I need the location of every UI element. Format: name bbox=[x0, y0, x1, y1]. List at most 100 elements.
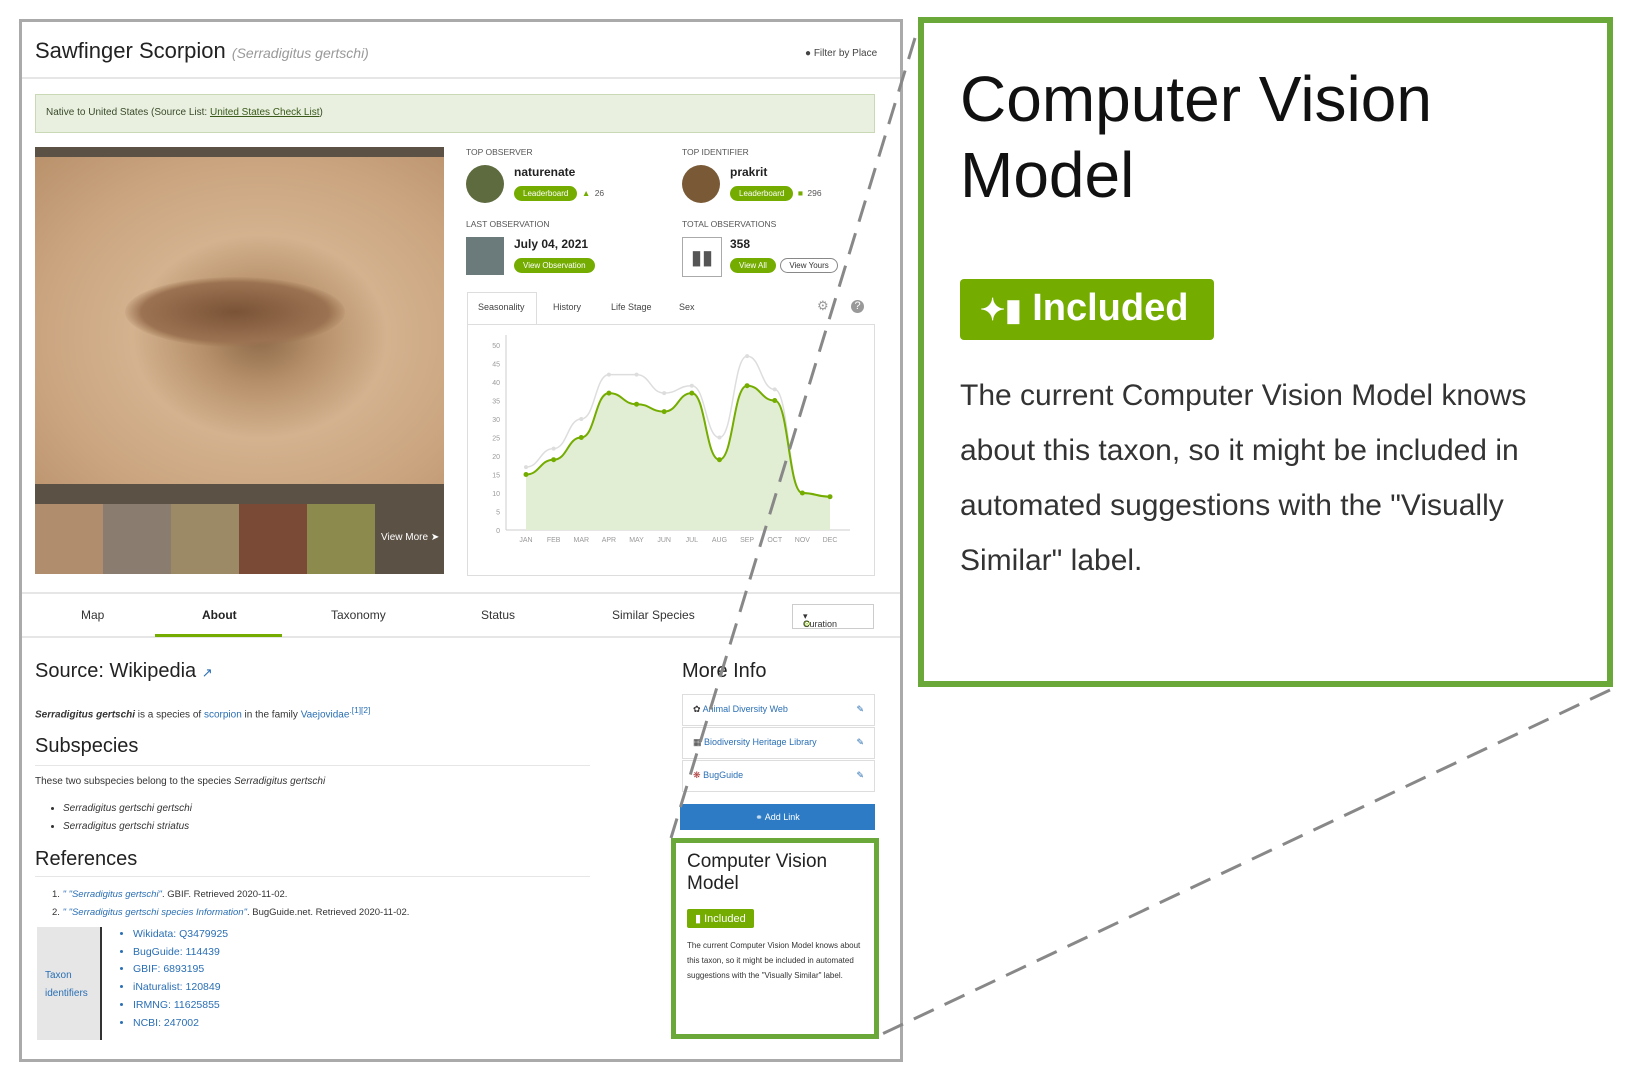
thumbnail[interactable] bbox=[103, 504, 171, 574]
total-observations: TOTAL OBSERVATIONS ▮▮ 358 View All View … bbox=[682, 219, 838, 277]
identifier-link[interactable]: GBIF: 6893195 bbox=[133, 961, 228, 979]
divider bbox=[35, 765, 590, 766]
reference-link[interactable]: " "Serradigitus gertschi species Informa… bbox=[63, 907, 247, 918]
view-observation-button[interactable]: View Observation bbox=[514, 258, 595, 273]
link-label[interactable]: BugGuide bbox=[703, 770, 743, 780]
data-point bbox=[551, 457, 557, 463]
avatar[interactable] bbox=[466, 165, 504, 203]
top-observer: TOP OBSERVER naturenate Leaderboard ▲ 26 bbox=[466, 147, 604, 203]
identifier-link[interactable]: NCBI: 247002 bbox=[133, 1015, 228, 1033]
scorpion-link[interactable]: scorpion bbox=[204, 709, 242, 720]
subspecies-intro-text: These two subspecies belong to the speci… bbox=[35, 776, 235, 787]
edit-icon[interactable]: ✎ bbox=[856, 704, 864, 715]
thumbnail[interactable] bbox=[239, 504, 307, 574]
last-observation-date: July 04, 2021 bbox=[514, 237, 589, 251]
x-tick-label: SEP bbox=[740, 537, 754, 544]
link-label[interactable]: Biodiversity Heritage Library bbox=[704, 737, 817, 747]
filter-label: Filter by Place bbox=[813, 48, 878, 59]
checklist-link[interactable]: United States Check List bbox=[210, 107, 320, 118]
x-tick-label: AUG bbox=[712, 537, 727, 544]
thumbnail[interactable] bbox=[35, 504, 103, 574]
observation-count: 26 bbox=[594, 188, 605, 198]
cv-title: Computer Vision Model bbox=[687, 851, 828, 894]
external-link-icon[interactable]: ↗ bbox=[202, 665, 213, 680]
help-icon[interactable]: ? bbox=[851, 300, 864, 313]
data-point bbox=[745, 354, 750, 359]
data-point bbox=[744, 383, 750, 389]
total-count: 358 bbox=[730, 237, 751, 251]
observer-name[interactable]: naturenate bbox=[514, 165, 575, 179]
data-point bbox=[634, 372, 639, 377]
cv-title-large: Computer Vision Model bbox=[960, 63, 1432, 211]
reference-source: . GBIF. Retrieved 2020-11-02. bbox=[161, 889, 288, 900]
tab-history[interactable]: History bbox=[553, 302, 581, 312]
tab-taxonomy[interactable]: Taxonomy bbox=[331, 608, 386, 622]
data-point bbox=[634, 401, 640, 407]
computer-vision-panel: Computer Vision Model ▮ Included The cur… bbox=[671, 838, 879, 1039]
tab-sex[interactable]: Sex bbox=[679, 302, 695, 312]
curation-dropdown[interactable]: ⚙ Curation ▾ bbox=[792, 604, 874, 629]
map-pin-icon: ● bbox=[805, 48, 814, 59]
add-link-label: Add Link bbox=[764, 812, 800, 822]
identifier-name[interactable]: prakrit bbox=[730, 165, 767, 179]
thumbnail[interactable] bbox=[307, 504, 375, 574]
data-point bbox=[827, 494, 833, 500]
curation-label: Curation bbox=[803, 619, 838, 629]
references-heading: References bbox=[35, 848, 138, 870]
page-title: Sawfinger Scorpion (Serradigitus gertsch… bbox=[35, 38, 369, 64]
subspecies-heading: Subspecies bbox=[35, 735, 139, 757]
active-tab-indicator bbox=[155, 634, 282, 637]
leaderboard-button[interactable]: Leaderboard bbox=[730, 186, 794, 201]
reference-source: . BugGuide.net. Retrieved 2020-11-02. bbox=[246, 907, 410, 918]
avatar[interactable] bbox=[682, 165, 720, 203]
reference-link[interactable]: " "Serradigitus gertschi" bbox=[63, 889, 162, 900]
intro-text: is a species of bbox=[135, 709, 204, 721]
scientific-name: (Serradigitus gertschi) bbox=[231, 45, 369, 61]
identifier-link[interactable]: BugGuide: 114439 bbox=[133, 944, 228, 962]
tab-map[interactable]: Map bbox=[81, 608, 104, 622]
view-more-button[interactable]: View More ➤ bbox=[375, 504, 443, 574]
species-name: Serradigitus gertschi bbox=[234, 776, 326, 787]
total-observations-label: TOTAL OBSERVATIONS bbox=[682, 219, 777, 229]
identifier-link[interactable]: Wikidata: Q3479925 bbox=[133, 926, 228, 944]
view-all-button[interactable]: View All bbox=[730, 258, 776, 273]
tab-seasonality[interactable]: Seasonality bbox=[478, 302, 525, 312]
tab-life-stage[interactable]: Life Stage bbox=[611, 302, 652, 312]
view-more-label: View More bbox=[381, 532, 429, 543]
cv-icon: ▮ bbox=[695, 913, 702, 925]
observation-thumbnail[interactable] bbox=[466, 237, 504, 275]
bug-icon: ❋ bbox=[693, 770, 701, 780]
edit-icon[interactable]: ✎ bbox=[856, 770, 864, 781]
data-point bbox=[606, 390, 612, 396]
citation-links[interactable]: .[1][2] bbox=[349, 705, 370, 715]
data-point bbox=[523, 472, 529, 477]
intro-paragraph: Serradigitus gertschi is a species of sc… bbox=[35, 705, 370, 720]
view-yours-button[interactable]: View Yours bbox=[780, 258, 838, 273]
intro-text: in the family bbox=[241, 709, 301, 721]
more-info-heading: More Info bbox=[682, 660, 767, 682]
y-tick-label: 15 bbox=[492, 473, 500, 480]
more-info-link[interactable]: ✿ Animal Diversity Web ✎ bbox=[682, 694, 875, 726]
more-info-link[interactable]: ❋ BugGuide ✎ bbox=[682, 760, 875, 792]
add-link-button[interactable]: ⚭ Add Link bbox=[680, 804, 875, 830]
thumbnail[interactable] bbox=[171, 504, 239, 574]
common-name: Sawfinger Scorpion bbox=[35, 38, 226, 63]
tab-about[interactable]: About bbox=[202, 608, 237, 622]
leaderboard-button[interactable]: Leaderboard bbox=[514, 186, 578, 201]
tab-status[interactable]: Status bbox=[481, 608, 515, 622]
more-info-link[interactable]: ▦ Biodiversity Heritage Library ✎ bbox=[682, 727, 875, 759]
reference-item: 1. " "Serradigitus gertschi". GBIF. Retr… bbox=[52, 886, 409, 904]
gear-icon[interactable]: ⚙ bbox=[817, 298, 829, 314]
identifier-link[interactable]: IRMNG: 11625855 bbox=[133, 997, 228, 1015]
data-point bbox=[689, 383, 694, 388]
tab-similar-species[interactable]: Similar Species bbox=[612, 608, 695, 622]
filter-by-place-button[interactable]: ● Filter by Place bbox=[805, 48, 877, 59]
edit-icon[interactable]: ✎ bbox=[856, 737, 864, 748]
data-point bbox=[717, 435, 722, 440]
reference-number: 1. bbox=[52, 889, 60, 900]
identifier-link[interactable]: iNaturalist: 120849 bbox=[133, 979, 228, 997]
vaejovidae-link[interactable]: Vaejovidae bbox=[301, 709, 350, 720]
link-label[interactable]: Animal Diversity Web bbox=[703, 704, 788, 714]
main-photo[interactable] bbox=[35, 157, 444, 484]
subspecies-item: Serradigitus gertschi gertschi bbox=[63, 803, 192, 814]
